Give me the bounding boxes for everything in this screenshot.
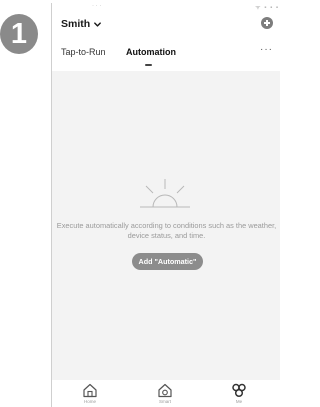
sunrise-icon (140, 179, 190, 208)
active-tab-indicator (145, 64, 152, 66)
phone-screen: · · · ᯤ ▪ ▪ ▪ Smith Tap-to-Run Automatio… (51, 3, 280, 407)
page: 1 · · · ᯤ ▪ ▪ ▪ Smith Tap-to-Run Automat… (0, 0, 280, 407)
more-options-button[interactable]: ··· (260, 44, 273, 55)
plus-circle-icon[interactable] (261, 17, 273, 29)
step-number-badge: 1 (0, 14, 38, 54)
tab-automation[interactable]: Automation (126, 47, 176, 57)
tab-home-label: Home (83, 399, 96, 404)
automation-empty-state: Execute automatically according to condi… (52, 71, 280, 380)
step-number: 1 (10, 18, 28, 50)
app-header: Smith Tap-to-Run Automation ··· (52, 13, 280, 71)
tab-smart-label: Smart (158, 399, 171, 404)
scene-tabs: Tap-to-Run Automation ··· (52, 44, 280, 71)
status-bar-right: ᯤ ▪ ▪ ▪ (255, 5, 279, 11)
status-bar: · · · ᯤ ▪ ▪ ▪ (52, 3, 280, 13)
bottom-tab-bar: Home Smart Me (52, 380, 280, 407)
home-selector[interactable]: Smith (61, 18, 102, 30)
tab-tap-to-run[interactable]: Tap-to-Run (61, 47, 106, 57)
add-automatic-button[interactable]: Add "Automatic" (132, 253, 203, 270)
home-icon (83, 383, 97, 398)
home-name: Smith (61, 18, 91, 30)
tab-smart[interactable]: Smart (145, 383, 185, 404)
status-bar-left: · · · (92, 3, 102, 9)
tab-me-label: Me (235, 399, 243, 404)
chevron-down-icon (94, 21, 102, 27)
tab-me[interactable]: Me (219, 383, 259, 404)
tab-home[interactable]: Home (70, 383, 110, 404)
me-icon (232, 383, 246, 398)
empty-state-message: Execute automatically according to condi… (56, 221, 277, 240)
smart-icon (158, 383, 172, 398)
